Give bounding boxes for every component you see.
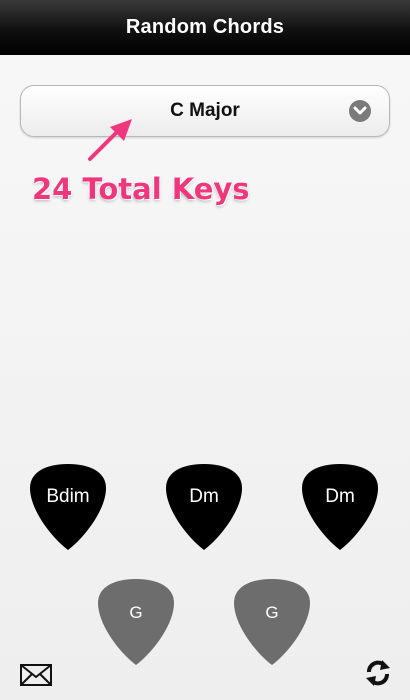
chord-pick-4[interactable]: G xyxy=(96,577,176,667)
key-selector[interactable]: C Major xyxy=(20,85,390,137)
chord-label: Bdim xyxy=(46,486,90,507)
chord-pick-5[interactable]: G xyxy=(232,577,312,667)
chord-label: Dm xyxy=(325,486,355,507)
navigation-bar: Random Chords xyxy=(0,0,410,55)
chord-pick-1[interactable]: Bdim xyxy=(28,462,108,552)
chord-label: Dm xyxy=(189,486,219,507)
page-title: Random Chords xyxy=(125,15,285,38)
mail-icon[interactable] xyxy=(20,664,52,686)
chevron-down-icon[interactable] xyxy=(349,100,371,122)
chord-label: G xyxy=(129,603,143,622)
refresh-icon[interactable] xyxy=(363,658,393,688)
chord-pick-3[interactable]: Dm xyxy=(300,462,380,552)
annotation-arrow-icon xyxy=(88,119,132,161)
key-selector-value: C Major xyxy=(170,100,240,121)
chord-pick-2[interactable]: Dm xyxy=(164,462,244,552)
annotation-label: 24 Total Keys xyxy=(32,172,250,206)
chord-label: G xyxy=(265,603,279,622)
